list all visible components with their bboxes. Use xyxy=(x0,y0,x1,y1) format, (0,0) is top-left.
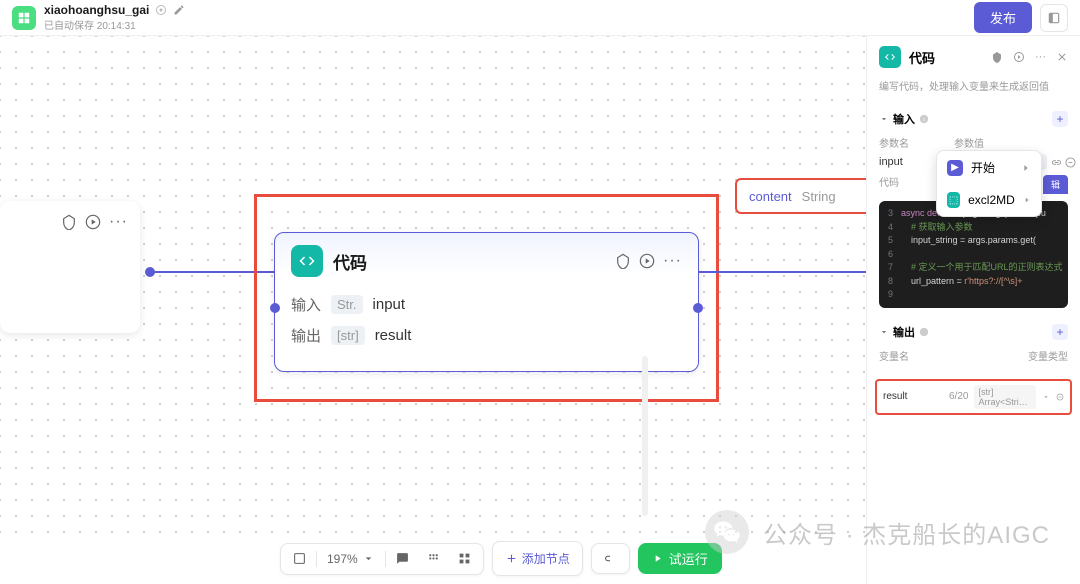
close-icon[interactable] xyxy=(1056,51,1068,63)
output-section: 输出 + 变量名 变量类型 xyxy=(867,316,1080,375)
play-icon[interactable] xyxy=(1013,51,1025,63)
col-param-value: 参数值 xyxy=(954,135,984,150)
col-var-name: 变量名 xyxy=(879,348,954,363)
more-icon[interactable]: ··· xyxy=(663,252,682,270)
code-icon xyxy=(879,46,901,68)
autosave-text: 已自动保存 20:14:31 xyxy=(44,17,185,32)
header-left: xiaohoanghsu_gai 已自动保存 20:14:31 xyxy=(12,3,185,32)
scrollbar[interactable] xyxy=(642,356,648,516)
section-header-output[interactable]: 输出 + xyxy=(879,324,1068,340)
chevron-right-icon xyxy=(1021,163,1031,173)
chevron-down-icon xyxy=(879,114,889,124)
delete-icon[interactable] xyxy=(1065,157,1076,168)
chevron-down-icon xyxy=(879,327,889,337)
col-param-name: 参数名 xyxy=(879,135,954,150)
output-label: 输出 xyxy=(291,325,321,346)
zoom-level[interactable]: 197% xyxy=(319,548,383,570)
output-name: result xyxy=(375,327,412,344)
play-icon[interactable] xyxy=(85,214,101,230)
project-title: xiaohoanghsu_gai xyxy=(44,3,149,17)
tool-layout[interactable] xyxy=(450,548,479,569)
add-node-button[interactable]: 添加节点 xyxy=(497,546,578,571)
input-label: 输入 xyxy=(291,294,321,315)
chevron-down-icon[interactable] xyxy=(1042,392,1050,402)
col-var-type: 变量类型 xyxy=(1028,348,1068,363)
tooltip-key: content xyxy=(749,189,792,204)
debug-icon[interactable] xyxy=(61,214,77,230)
header-right: 发布 xyxy=(974,2,1068,33)
node-icon: ⬚ xyxy=(947,192,960,208)
panel-title: 代码 xyxy=(909,48,983,67)
more-icon[interactable]: ··· xyxy=(1035,51,1046,63)
code-icon xyxy=(291,245,323,277)
chevron-right-icon xyxy=(1023,195,1031,205)
section-title: 输出 xyxy=(893,324,915,340)
run-button[interactable]: 试运行 xyxy=(638,543,722,574)
debug-icon[interactable] xyxy=(991,51,1003,63)
app-icon[interactable] xyxy=(12,6,36,30)
output-var-name[interactable]: result xyxy=(883,391,943,402)
canvas[interactable]: ··· 代码 ··· 输入 Str. input 输出 xyxy=(0,36,866,544)
inspector-panel: 代码 ··· 编写代码，处理输入变量来生成返回值 输入 i + 参数名 参数值 … xyxy=(866,36,1080,584)
svg-text:i: i xyxy=(923,117,924,123)
input-name: input xyxy=(373,296,406,313)
header: xiaohoanghsu_gai 已自动保存 20:14:31 发布 xyxy=(0,0,1080,36)
tool-link[interactable] xyxy=(596,548,625,569)
source-dropdown: ▶ 开始 ⬚ excl2MD xyxy=(936,150,1042,217)
input-type-badge: Str. xyxy=(331,295,363,314)
edit-icon[interactable] xyxy=(173,4,185,16)
previous-node[interactable]: ··· xyxy=(0,201,140,333)
edge-1 xyxy=(150,271,274,273)
info-icon: i xyxy=(919,114,929,124)
edge-2 xyxy=(699,271,866,273)
tool-grid[interactable] xyxy=(419,548,448,569)
output-type-badge: [str] xyxy=(331,326,365,345)
bottom-toolbar: 197% 添加节点 试运行 xyxy=(280,541,722,576)
node-title: 代码 xyxy=(333,249,605,274)
dropdown-label: excl2MD xyxy=(968,193,1015,207)
publish-button[interactable]: 发布 xyxy=(974,2,1032,33)
tool-comment[interactable] xyxy=(388,548,417,569)
title-area: xiaohoanghsu_gai 已自动保存 20:14:31 xyxy=(44,3,185,32)
output-type[interactable]: [str] Array<Stri… xyxy=(974,385,1035,409)
output-row-highlight: result 6/20 [str] Array<Stri… xyxy=(875,379,1072,415)
play-icon[interactable] xyxy=(639,253,655,269)
output-count: 6/20 xyxy=(949,391,968,402)
section-title: 输入 xyxy=(893,111,915,127)
section-header-input[interactable]: 输入 i + xyxy=(879,111,1068,127)
header-menu-button[interactable] xyxy=(1040,4,1068,32)
code-node[interactable]: 代码 ··· 输入 Str. input 输出 [str] result xyxy=(274,232,699,372)
dropdown-item-excl2md[interactable]: ⬚ excl2MD xyxy=(937,184,1041,216)
add-output-button[interactable]: + xyxy=(1052,324,1068,340)
tooltip-type: String xyxy=(802,189,836,204)
panel-description: 编写代码，处理输入变量来生成返回值 xyxy=(867,78,1080,103)
info-icon xyxy=(919,327,929,337)
link-icon[interactable] xyxy=(1051,157,1062,168)
status-icon xyxy=(155,4,167,16)
dropdown-item-start[interactable]: ▶ 开始 xyxy=(937,151,1041,184)
start-icon: ▶ xyxy=(947,160,963,176)
edit-badge[interactable]: 辑 xyxy=(1043,175,1068,194)
dropdown-label: 开始 xyxy=(971,159,995,176)
add-input-button[interactable]: + xyxy=(1052,111,1068,127)
fit-view-button[interactable] xyxy=(285,548,314,569)
more-icon[interactable]: ··· xyxy=(109,213,128,231)
port-in[interactable] xyxy=(270,303,280,313)
debug-icon[interactable] xyxy=(615,253,631,269)
delete-icon[interactable] xyxy=(1056,392,1064,402)
port-out[interactable] xyxy=(693,303,703,313)
